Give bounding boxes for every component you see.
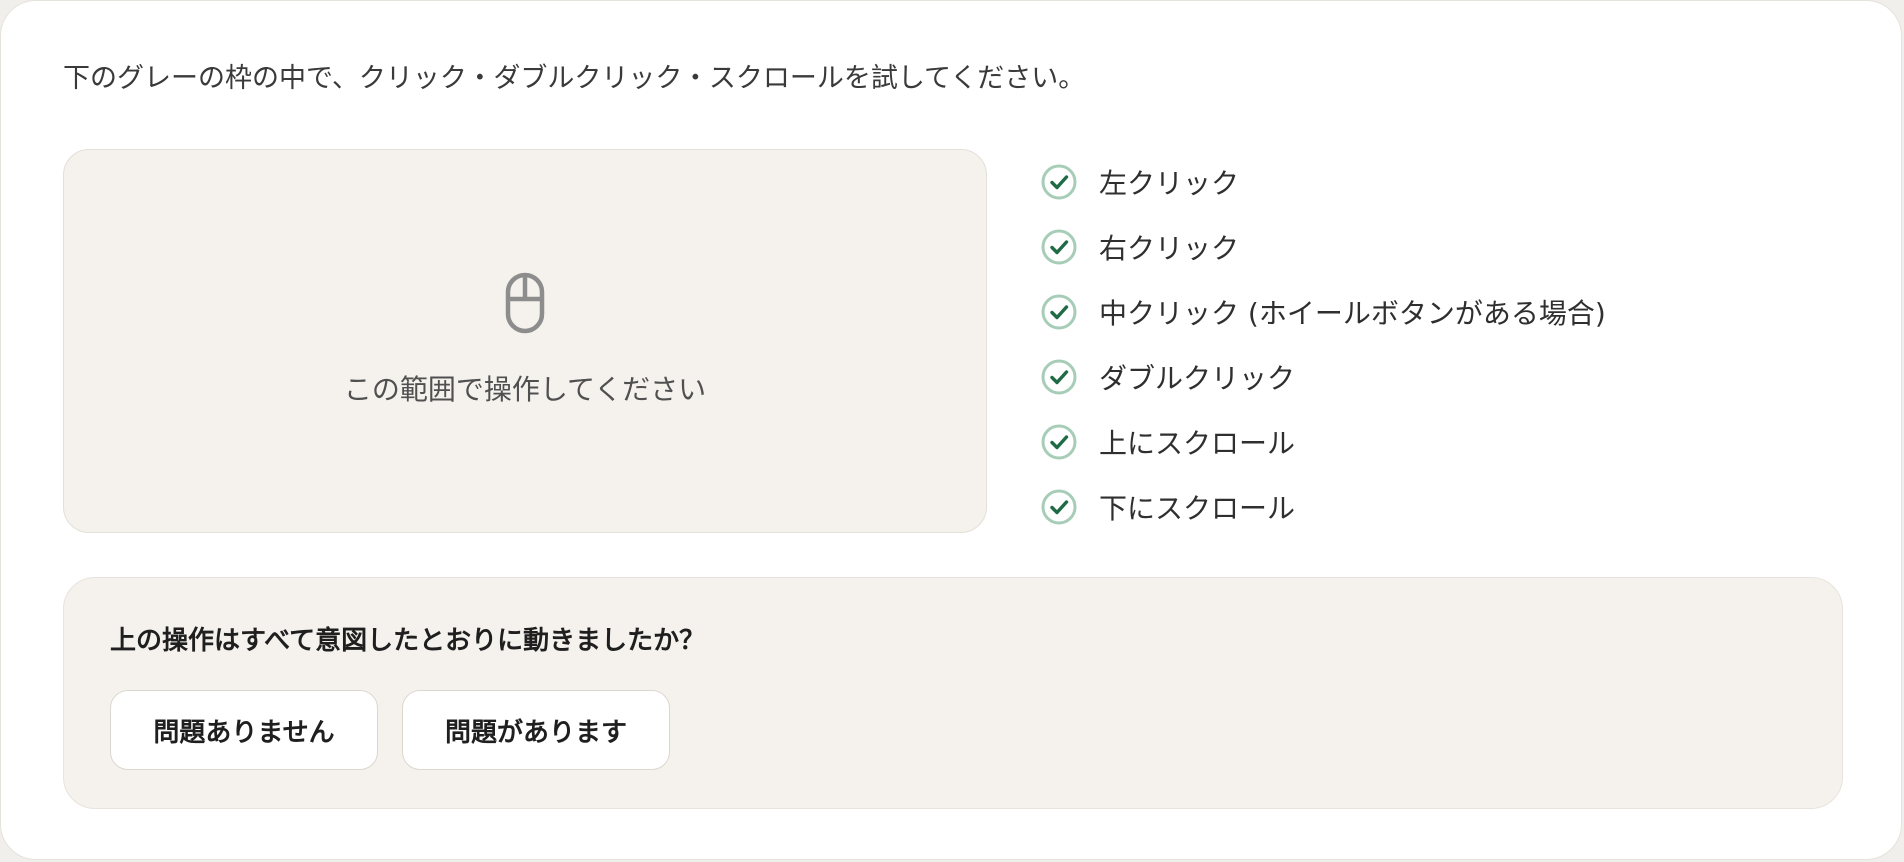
check-circle-icon (1041, 294, 1077, 329)
report-problem-button[interactable]: 問題があります (402, 690, 670, 770)
test-area-label: この範囲で操作してください (343, 373, 707, 406)
checklist-item-label: 左クリック (1099, 166, 1240, 200)
confirmation-question: 上の操作はすべて意図したとおりに動きましたか？ (110, 626, 706, 656)
no-problem-button[interactable]: 問題ありません (110, 690, 378, 770)
checklist-item-label: 上にスクロール (1099, 426, 1296, 460)
check-circle-icon (1041, 489, 1077, 524)
test-checklist: 左クリック 右クリック 中クリック (ホイールボタンがある場合) ダブルクリック (1041, 149, 1606, 539)
check-circle-icon (1041, 424, 1077, 459)
check-circle-icon (1041, 229, 1077, 264)
mouse-test-area[interactable]: この範囲で操作してください (63, 149, 987, 533)
checklist-item-scroll-down: 下にスクロール (1041, 474, 1606, 539)
mouse-icon (505, 272, 545, 334)
checklist-item-label: 下にスクロール (1099, 491, 1296, 525)
checklist-item-double-click: ダブルクリック (1041, 344, 1606, 409)
confirmation-panel: 上の操作はすべて意図したとおりに動きましたか？ 問題ありません 問題があります (63, 577, 1843, 809)
instruction-text: 下のグレーの枠の中で、クリック・ダブルクリック・スクロールを試してください。 (63, 63, 1086, 94)
check-circle-icon (1041, 164, 1077, 199)
mouse-test-card: 下のグレーの枠の中で、クリック・ダブルクリック・スクロールを試してください。 こ… (0, 0, 1902, 860)
checklist-item-label: ダブルクリック (1099, 361, 1296, 395)
checklist-item-scroll-up: 上にスクロール (1041, 409, 1606, 474)
checklist-item-middle-click: 中クリック (ホイールボタンがある場合) (1041, 279, 1606, 344)
checklist-item-label: 中クリック (ホイールボタンがある場合) (1099, 296, 1606, 330)
checklist-item-left-click: 左クリック (1041, 149, 1606, 214)
checklist-item-right-click: 右クリック (1041, 214, 1606, 279)
check-circle-icon (1041, 359, 1077, 394)
checklist-item-label: 右クリック (1099, 231, 1240, 265)
